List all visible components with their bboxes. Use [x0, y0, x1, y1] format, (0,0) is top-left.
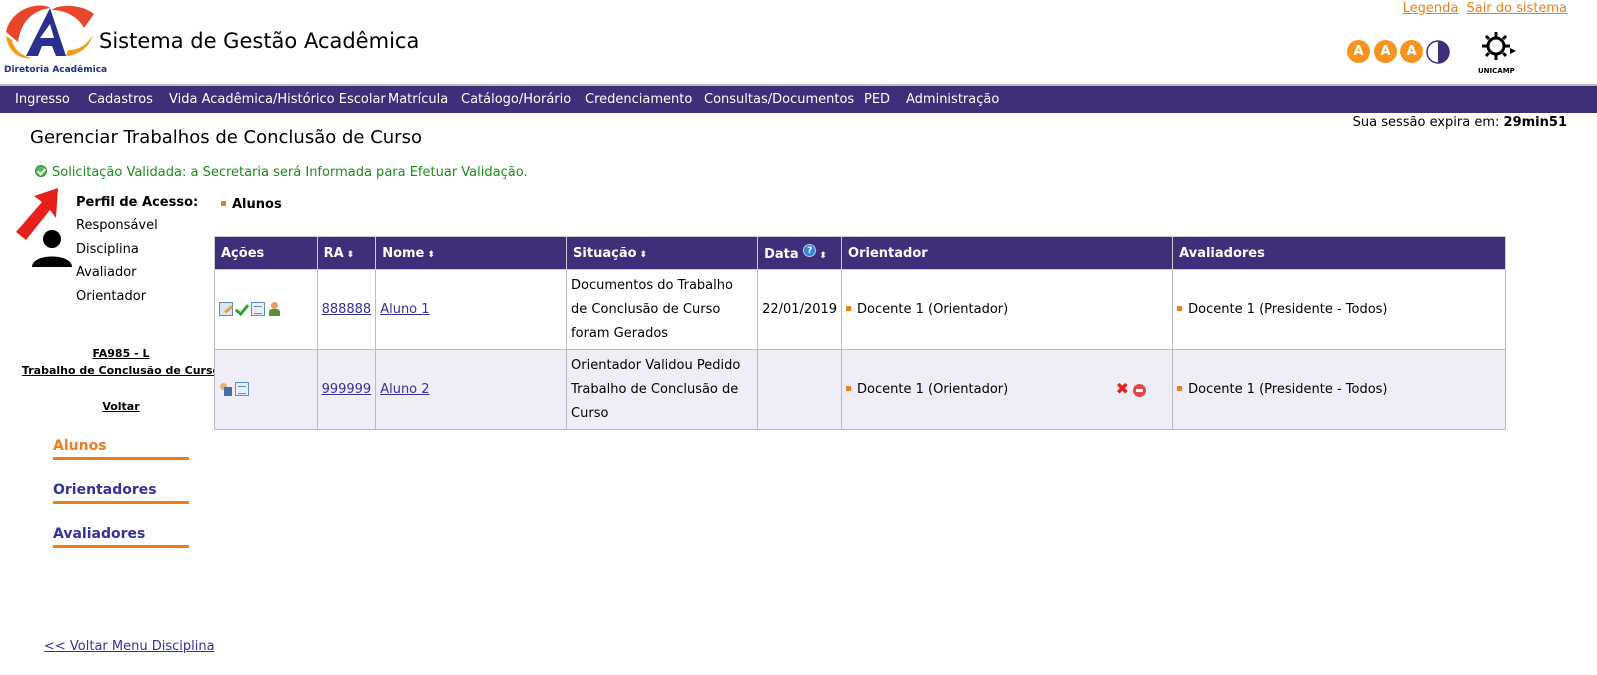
ra-link[interactable]: 999999: [322, 382, 372, 397]
unicamp-caption: UNICAMP: [1478, 67, 1515, 75]
back-to-discipline-menu-link[interactable]: << Voltar Menu Disciplina: [44, 639, 215, 654]
bullet-icon: [1177, 385, 1183, 391]
font-size-small-button[interactable]: A: [1347, 40, 1370, 63]
tab-orientadores[interactable]: Orientadores: [53, 480, 189, 504]
actions-cell: [214, 269, 318, 350]
help-icon[interactable]: ?: [803, 244, 817, 257]
logout-link[interactable]: Sair do sistema: [1466, 1, 1567, 16]
col-avaliadores: Avaliadores: [1172, 236, 1506, 270]
student-icon[interactable]: [267, 302, 281, 316]
bullet-icon: [221, 201, 226, 206]
success-check-icon: [35, 165, 47, 177]
profile-responsavel[interactable]: Responsável: [76, 218, 158, 233]
font-size-medium-button[interactable]: A: [1374, 40, 1397, 63]
unicamp-emblem-icon: [1482, 32, 1516, 60]
name-cell: Aluno 1: [375, 269, 568, 350]
evaluators-cell: Docente 1 (Presidente - Todos): [1172, 349, 1506, 430]
profile-disciplina[interactable]: Disciplina: [76, 242, 139, 257]
success-text: Solicitação Validada: a Secretaria será …: [52, 165, 528, 180]
nav-ingresso[interactable]: Ingresso: [15, 92, 70, 107]
advisor-cell: Docente 1 (Orientador): [841, 269, 1174, 350]
session-time: 29min51: [1503, 115, 1567, 130]
situation-cell: Orientador Validou Pedido Trabalho de Co…: [566, 349, 759, 430]
session-label: Sua sessão expira em:: [1352, 115, 1500, 130]
nav-administracao[interactable]: Administração: [906, 92, 999, 107]
bullet-icon: [846, 385, 852, 391]
section-title: Alunos: [221, 197, 282, 212]
advisor-name: Docente 1 (Orientador): [857, 381, 1009, 397]
section-title-text: Alunos: [232, 197, 282, 212]
evaluators-cell: Docente 1 (Presidente - Todos): [1172, 269, 1506, 350]
nav-cadastros[interactable]: Cadastros: [88, 92, 153, 107]
success-message: Solicitação Validada: a Secretaria será …: [35, 165, 528, 180]
students-table: Ações RA ⬍ Nome ⬍ Situação ⬍ Data ? ⬍ Orient…: [214, 236, 1506, 430]
nav-credenciamento[interactable]: Credenciamento: [585, 92, 692, 107]
date-cell: 22/01/2019: [757, 269, 843, 350]
document-icon[interactable]: [251, 302, 265, 316]
col-data[interactable]: Data ? ⬍: [757, 236, 843, 270]
nav-vida-academica[interactable]: Vida Acadêmica/Histórico Escolar: [169, 92, 386, 107]
page-title: Gerenciar Trabalhos de Conclusão de Curs…: [30, 127, 422, 148]
profile-person-icon: [32, 230, 72, 267]
reject-x-icon[interactable]: ✖: [1116, 379, 1129, 398]
advisor-name: Docente 1 (Orientador): [857, 301, 1009, 317]
col-ra[interactable]: RA ⬍: [316, 236, 377, 270]
nav-ped[interactable]: PED: [864, 92, 890, 107]
tab-alunos[interactable]: Alunos: [53, 436, 189, 460]
sort-icon[interactable]: ⬍: [347, 250, 355, 260]
ra-cell: 999999: [316, 349, 377, 430]
validate-check-icon[interactable]: [235, 302, 249, 316]
ra-link[interactable]: 888888: [322, 302, 372, 317]
app-title: Sistema de Gestão Acadêmica: [99, 29, 420, 53]
discipline-code-link[interactable]: FA985 - L: [0, 347, 242, 360]
sort-icon[interactable]: ⬍: [819, 251, 827, 261]
evaluator-name: Docente 1 (Presidente - Todos): [1188, 381, 1388, 397]
nav-catalogo-horario[interactable]: Catálogo/Horário: [461, 92, 571, 107]
ra-cell: 888888: [316, 269, 377, 350]
logo-caption: Diretoria Acadêmica: [4, 65, 108, 75]
sort-icon[interactable]: ⬍: [427, 250, 435, 260]
table-header-row: Ações RA ⬍ Nome ⬍ Situação ⬍ Data ? ⬍ Orient…: [214, 236, 1506, 270]
font-size-large-button[interactable]: A: [1400, 40, 1423, 63]
discipline-name-link[interactable]: Trabalho de Conclusão de Curso: [0, 364, 242, 377]
actions-cell: [214, 349, 318, 430]
main-navigation: Ingresso Cadastros Vida Acadêmica/Histór…: [0, 84, 1597, 113]
top-links: Legenda Sair do sistema: [1399, 1, 1567, 16]
situation-cell: Documentos do Trabalho de Conclusão de C…: [566, 269, 759, 350]
edit-document-icon[interactable]: [219, 302, 233, 316]
document-icon[interactable]: [235, 382, 249, 396]
col-situacao[interactable]: Situação ⬍: [566, 236, 759, 270]
table-row: 888888 Aluno 1 Documentos do Trabalho de…: [214, 269, 1506, 350]
nav-matricula[interactable]: Matrícula: [388, 92, 448, 107]
access-profile-title: Perfil de Acesso:: [76, 195, 199, 210]
bullet-icon: [846, 305, 852, 311]
nav-consultas-documentos[interactable]: Consultas/Documentos: [704, 92, 854, 107]
col-orientador: Orientador: [841, 236, 1174, 270]
advisor-cell: Docente 1 (Orientador) ✖: [841, 349, 1174, 430]
evaluator-name: Docente 1 (Presidente - Todos): [1188, 301, 1388, 317]
remove-minus-icon[interactable]: [1133, 383, 1147, 397]
sort-icon[interactable]: ⬍: [640, 250, 648, 260]
profile-orientador[interactable]: Orientador: [76, 289, 146, 304]
teacher-icon[interactable]: [219, 382, 233, 396]
profile-avaliador[interactable]: Avaliador: [76, 265, 137, 280]
session-timer: Sua sessão expira em: 29min51: [1353, 115, 1567, 130]
tab-avaliadores[interactable]: Avaliadores: [53, 524, 189, 548]
contrast-toggle[interactable]: [1426, 40, 1450, 68]
student-name-link[interactable]: Aluno 2: [380, 382, 429, 397]
col-nome[interactable]: Nome ⬍: [375, 236, 568, 270]
legend-link[interactable]: Legenda: [1403, 1, 1459, 16]
student-name-link[interactable]: Aluno 1: [380, 302, 429, 317]
date-cell: [757, 349, 843, 430]
diretoria-academica-logo[interactable]: Diretoria Acadêmica: [2, 2, 107, 75]
col-acoes: Ações: [214, 236, 318, 270]
dac-logo-icon: [6, 5, 94, 59]
header: Diretoria Acadêmica Sistema de Gestão Ac…: [0, 0, 1597, 84]
back-link[interactable]: Voltar: [0, 400, 242, 413]
table-row: 999999 Aluno 2 Orientador Validou Pedido…: [214, 349, 1506, 430]
bullet-icon: [1177, 305, 1183, 311]
contrast-icon: [1426, 40, 1450, 64]
name-cell: Aluno 2: [375, 349, 568, 430]
